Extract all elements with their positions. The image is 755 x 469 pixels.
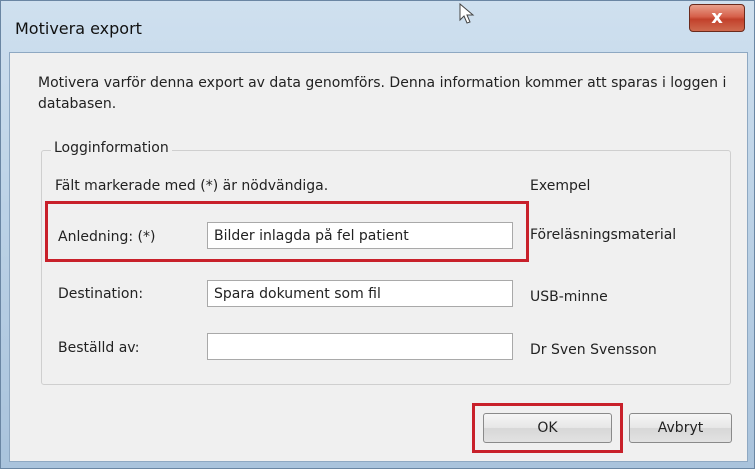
log-info-group: Logginformation Fält markerade med (*) ä… [41, 140, 731, 385]
close-icon: x [711, 7, 723, 28]
destination-example: USB-minne [530, 289, 608, 305]
destination-label: Destination: [58, 286, 144, 302]
reason-highlight [45, 201, 529, 262]
dialog-window: Motivera export x Motivera varför denna … [0, 0, 755, 469]
ordered-by-example: Dr Sven Svensson [530, 342, 657, 358]
close-button[interactable]: x [689, 4, 745, 32]
dialog-body: Motivera varför denna export av data gen… [9, 52, 748, 462]
window-title: Motivera export [15, 19, 142, 38]
ordered-by-field[interactable] [207, 333, 513, 360]
ok-highlight [472, 403, 623, 453]
required-note: Fält markerade med (*) är nödvändiga. [55, 178, 329, 194]
group-legend: Logginformation [51, 140, 172, 156]
ordered-by-label: Beställd av: [58, 340, 140, 356]
intro-text: Motivera varför denna export av data gen… [38, 75, 727, 112]
title-bar[interactable]: Motivera export x [1, 1, 755, 53]
destination-field[interactable] [207, 280, 513, 307]
cursor-icon [459, 3, 475, 24]
cancel-button[interactable]: Avbryt [629, 413, 732, 443]
reason-example: Föreläsningsmaterial [530, 227, 677, 243]
example-header: Exempel [530, 178, 591, 194]
